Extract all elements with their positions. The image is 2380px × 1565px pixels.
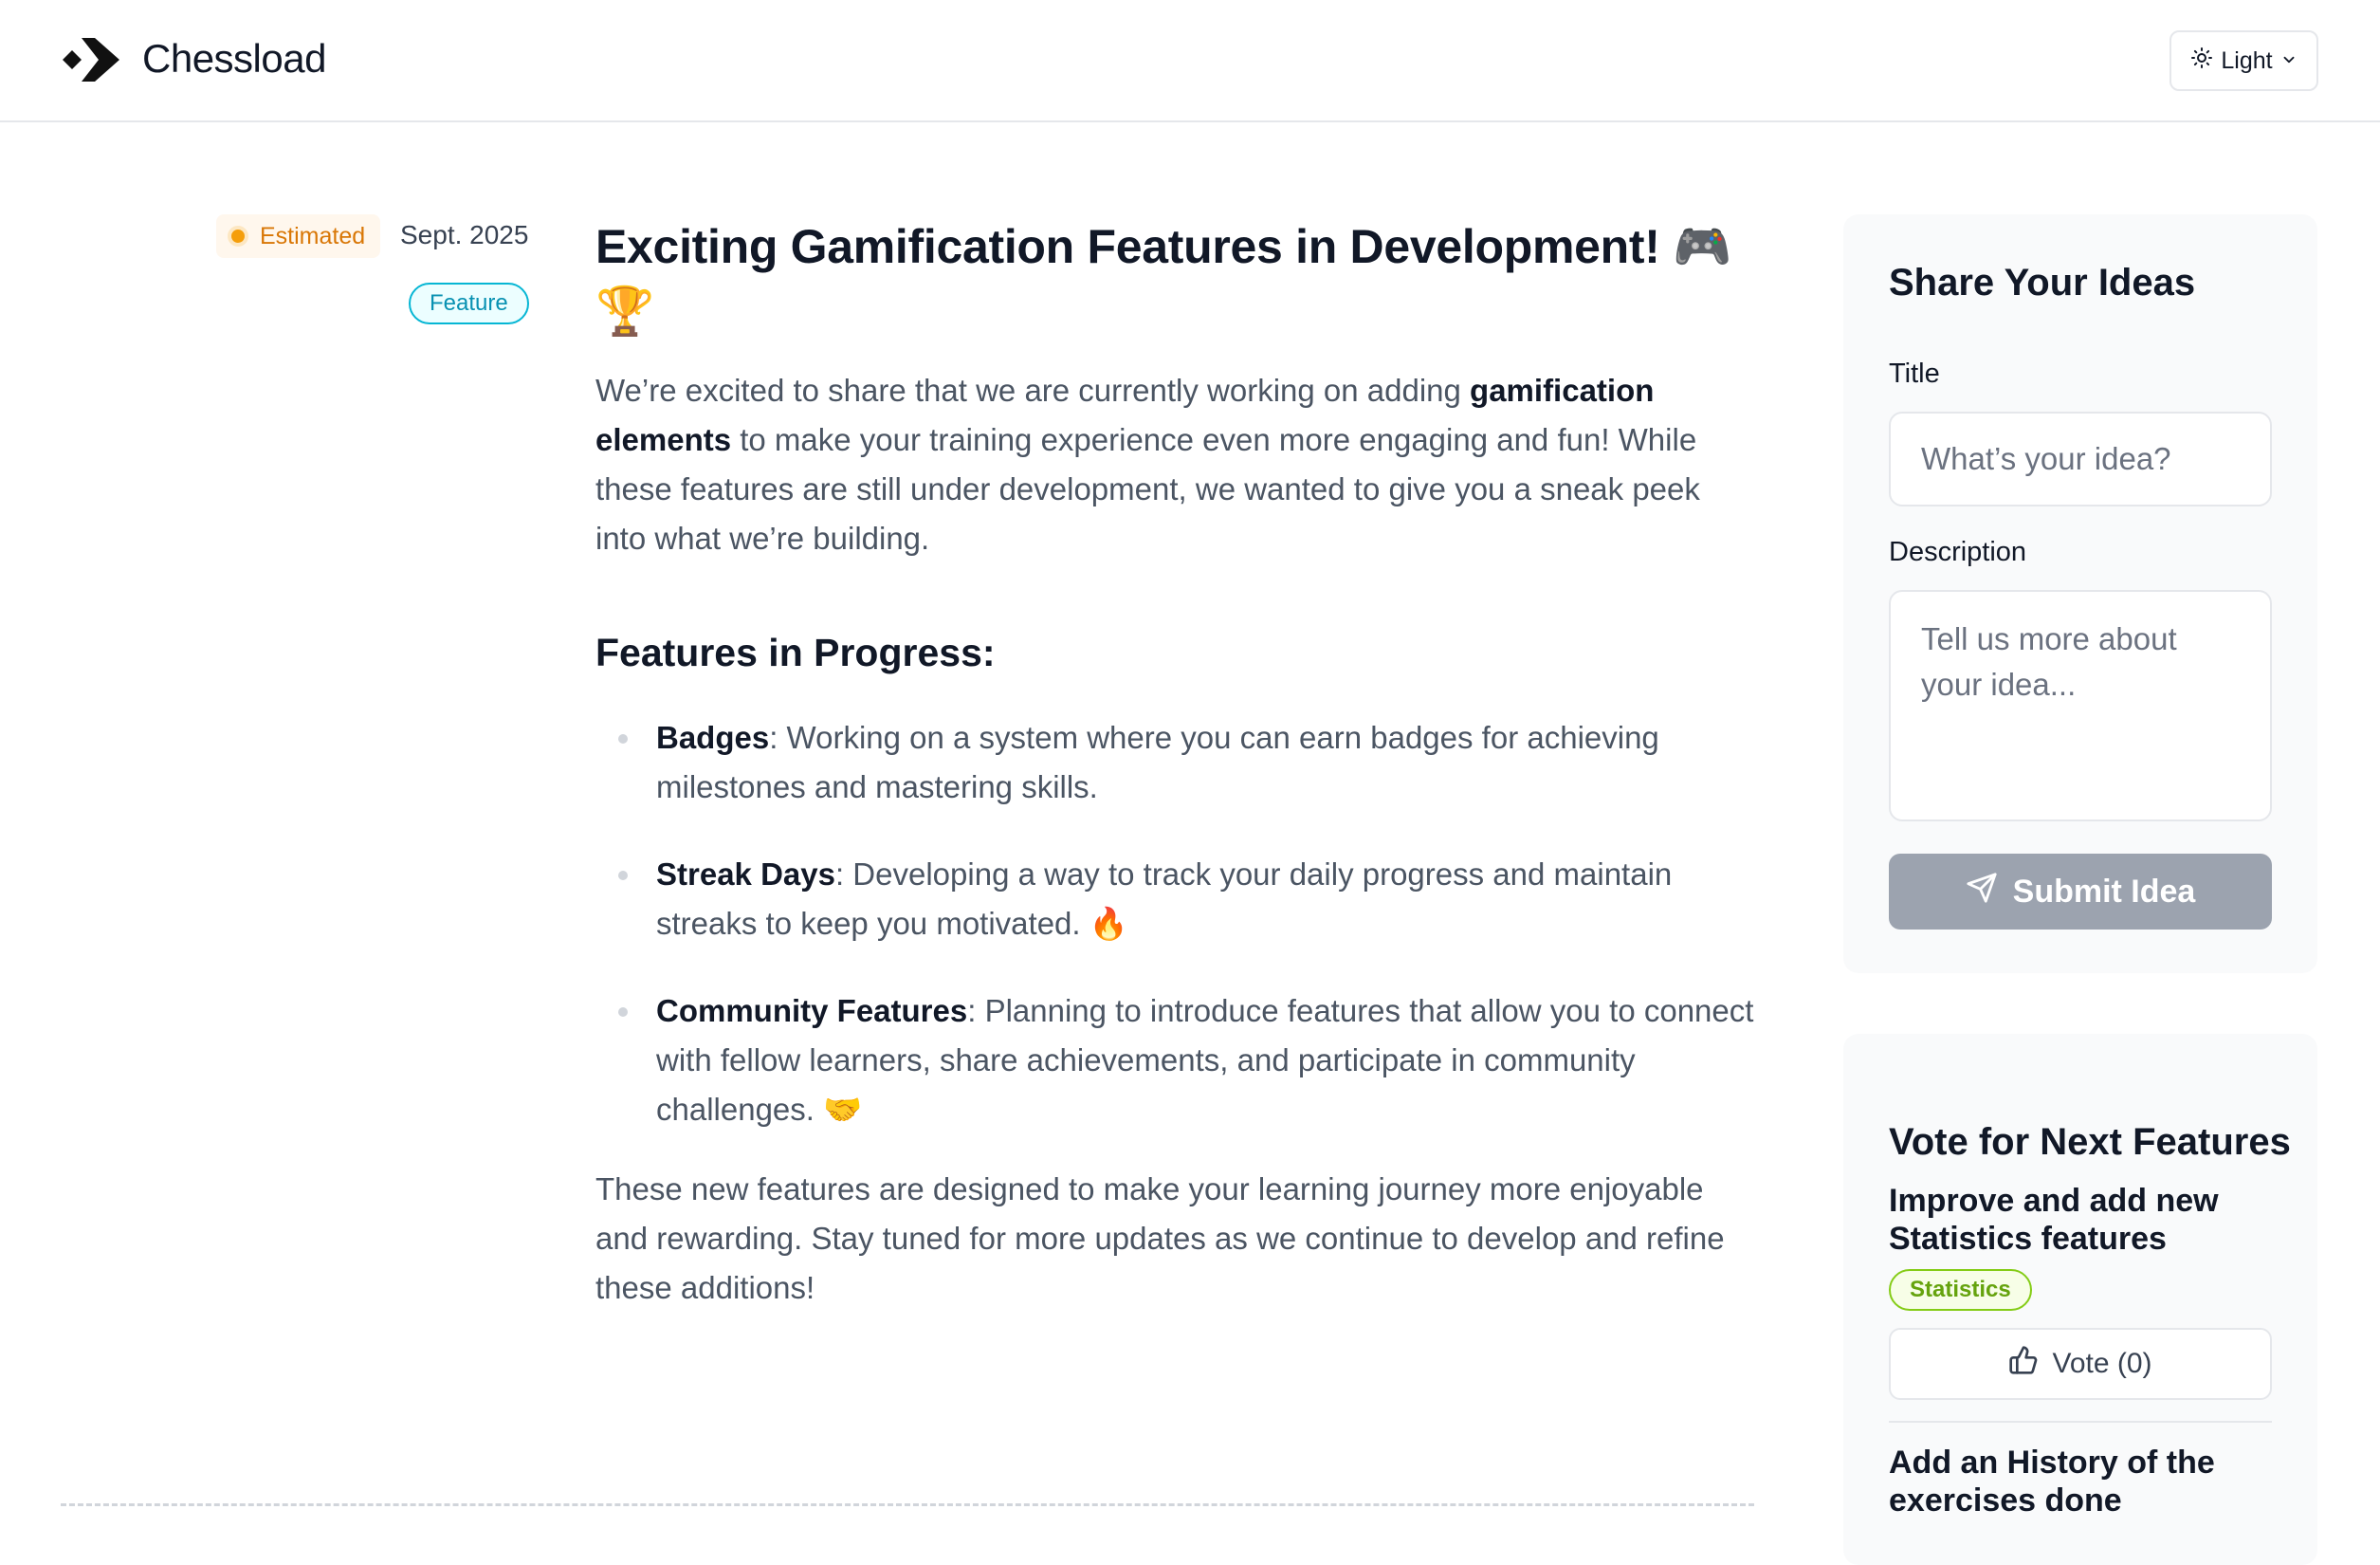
section-divider (61, 1503, 1754, 1506)
thumbs-up-icon (2008, 1345, 2039, 1383)
top-header: Chessload Light (0, 0, 2380, 122)
title-label: Title (1889, 359, 1940, 389)
list-item: Badges: Working on a system where you ca… (595, 713, 1754, 812)
idea-title-input[interactable]: What’s your idea? (1889, 412, 2272, 506)
share-ideas-title: Share Your Ideas (1889, 262, 2196, 304)
vote-button[interactable]: Vote (0) (1889, 1328, 2272, 1400)
sun-icon (2190, 46, 2213, 76)
release-date: Sept. 2025 (400, 220, 529, 249)
description-label: Description (1889, 537, 2027, 567)
share-ideas-card: Share Your Ideas Title What’s your idea?… (1843, 214, 2317, 973)
article: Exciting Gamification Features in Develo… (595, 214, 1754, 1313)
status-dot (228, 226, 248, 247)
vote-title: Vote for Next Features (1889, 1121, 2291, 1163)
brand-name[interactable]: Chessload (142, 36, 326, 82)
submit-idea-label: Submit Idea (2012, 873, 2196, 910)
vote-card: Vote for Next Features Improve and add n… (1843, 1034, 2317, 1565)
closing-paragraph: These new features are designed to make … (595, 1171, 1725, 1305)
vote-divider (1889, 1421, 2272, 1423)
status-badge: Estimated (216, 214, 381, 258)
send-icon (1966, 872, 1998, 912)
vote-label: Vote (0) (2052, 1348, 2152, 1379)
statistics-tag: Statistics (1889, 1269, 2032, 1311)
feature-list: Badges: Working on a system where you ca… (595, 713, 1754, 1134)
list-item-name: Streak Days (656, 856, 835, 892)
theme-label: Light (2221, 46, 2273, 74)
submit-idea-button[interactable]: Submit Idea (1889, 854, 2272, 930)
vote-item-title: Add an History of the exercises done (1889, 1445, 2215, 1519)
list-item: Streak Days: Developing a way to track y… (595, 850, 1754, 948)
section-heading: Features in Progress: (595, 631, 996, 674)
vote-item-title: Improve and add new Statistics features (1889, 1183, 2219, 1257)
article-title: Exciting Gamification Features in Develo… (595, 220, 1732, 338)
list-item: Community Features: Planning to introduc… (595, 986, 1754, 1134)
idea-description-textarea[interactable]: Tell us more about your idea... (1889, 590, 2272, 821)
status-label: Estimated (260, 222, 366, 249)
chevron-down-icon (2280, 47, 2298, 75)
intro-paragraph: We’re excited to share that we are curre… (595, 373, 1700, 556)
idea-title-placeholder: What’s your idea? (1921, 441, 2171, 476)
idea-description-placeholder: Tell us more about your idea... (1921, 621, 2177, 702)
logo-icon[interactable] (61, 34, 123, 85)
feature-tag: Feature (409, 283, 529, 324)
theme-select[interactable]: Light (2169, 30, 2318, 91)
list-item-name: Badges (656, 720, 770, 755)
list-item-name: Community Features (656, 993, 968, 1028)
